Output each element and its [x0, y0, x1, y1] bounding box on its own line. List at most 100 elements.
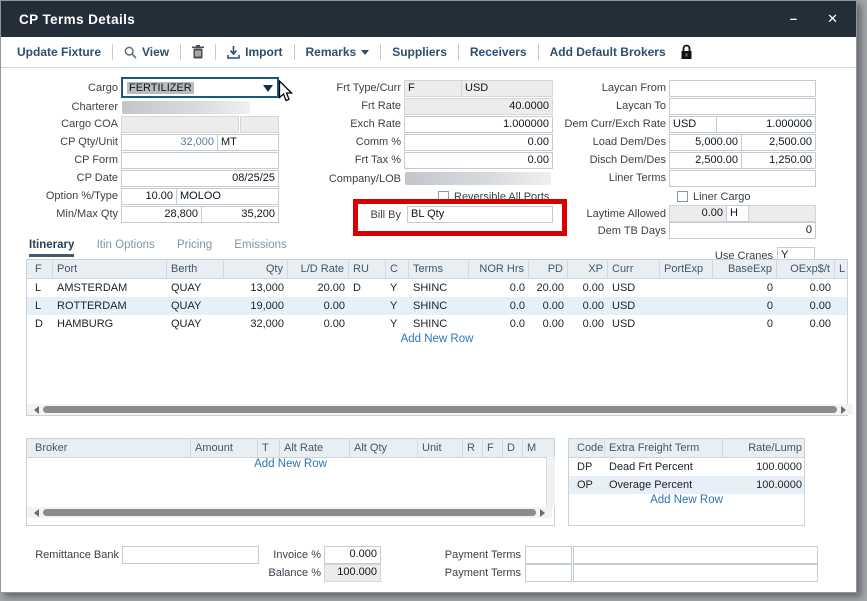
table-cell[interactable]: L — [31, 279, 53, 297]
table-row[interactable]: DHAMBURGQUAY32,0000.00YSHINC0.00.000.00U… — [27, 315, 847, 333]
table-cell[interactable]: SHINC — [409, 297, 469, 315]
charterer-field[interactable] — [122, 101, 250, 114]
table-row[interactable]: OPOverage Percent100.0000 — [569, 476, 804, 494]
table-cell[interactable]: DP — [573, 458, 605, 476]
table-cell[interactable]: 0.0 — [469, 297, 529, 315]
table-cell[interactable]: HAMBURG — [53, 315, 167, 333]
column-header-portexp[interactable]: PortExp — [660, 260, 713, 278]
column-header-pd[interactable]: PD — [529, 260, 568, 278]
table-cell[interactable]: 0.0 — [469, 315, 529, 333]
payment-terms-code-field-2[interactable] — [525, 564, 572, 582]
table-cell[interactable]: 13,000 — [224, 279, 288, 297]
table-cell[interactable]: 0 — [713, 297, 777, 315]
table-cell[interactable]: 20.00 — [529, 279, 568, 297]
column-header-t[interactable]: T — [258, 439, 280, 457]
table-cell[interactable] — [349, 315, 386, 333]
table-row[interactable]: DPDead Frt Percent100.0000 — [569, 458, 804, 476]
delete-button[interactable] — [192, 45, 204, 59]
table-cell[interactable]: ROTTERDAM — [53, 297, 167, 315]
table-cell[interactable] — [660, 279, 713, 297]
table-cell[interactable]: L — [31, 297, 53, 315]
table-cell[interactable]: USD — [608, 297, 660, 315]
cp-unit-field[interactable]: MT — [217, 134, 279, 151]
table-cell[interactable]: OP — [573, 476, 605, 494]
column-header-rate-lump[interactable]: Rate/Lump — [723, 439, 805, 457]
option-pct-field[interactable]: 10.00 — [121, 188, 177, 205]
scroll-left-icon[interactable] — [30, 406, 39, 414]
cargo-dropdown[interactable]: FERTILIZER — [121, 77, 279, 98]
table-cell[interactable]: QUAY — [167, 297, 224, 315]
tab-pricing[interactable]: Pricing — [177, 239, 212, 254]
broker-h-scrollbar[interactable] — [27, 507, 552, 518]
table-cell[interactable] — [835, 279, 847, 297]
column-header-unit[interactable]: Unit — [418, 439, 463, 457]
table-cell[interactable]: D — [349, 279, 386, 297]
table-cell[interactable]: 0.00 — [288, 315, 349, 333]
table-row[interactable]: LAMSTERDAMQUAY13,00020.00DYSHINC0.020.00… — [27, 279, 847, 297]
table-cell[interactable]: 100.0000 — [723, 476, 805, 494]
remarks-button[interactable]: Remarks — [306, 45, 370, 59]
column-header-oexp-t[interactable]: OExp$/t — [777, 260, 835, 278]
table-cell[interactable]: Y — [386, 297, 409, 315]
extra-freight-add-new-row-link[interactable]: Add New Row — [568, 494, 805, 506]
cargo-coa-field-2[interactable] — [240, 116, 279, 133]
table-cell[interactable]: Overage Percent — [605, 476, 723, 494]
tab-itinerary[interactable]: Itinerary — [29, 239, 74, 257]
table-cell[interactable]: USD — [608, 315, 660, 333]
table-cell[interactable]: 0.00 — [777, 279, 835, 297]
table-cell[interactable]: 0 — [713, 279, 777, 297]
table-cell[interactable]: 0.00 — [777, 315, 835, 333]
disch-dem-field[interactable]: 2,500.00 — [669, 152, 742, 169]
minimize-icon[interactable]: – — [790, 1, 797, 37]
table-cell[interactable]: Y — [386, 315, 409, 333]
table-cell[interactable] — [835, 297, 847, 315]
dem-tb-days-field[interactable]: 0 — [669, 222, 816, 239]
table-cell[interactable]: 0.00 — [568, 315, 608, 333]
table-cell[interactable]: 0.0 — [469, 279, 529, 297]
scroll-left-icon[interactable] — [30, 509, 39, 517]
table-cell[interactable] — [349, 297, 386, 315]
frt-rate-field[interactable]: 40.0000 — [404, 98, 553, 115]
scrollbar-thumb[interactable] — [43, 406, 837, 413]
table-cell[interactable]: SHINC — [409, 315, 469, 333]
column-header-broker[interactable]: Broker — [31, 439, 191, 457]
table-cell[interactable] — [835, 315, 847, 333]
exch-rate-field[interactable]: 1.000000 — [404, 116, 553, 133]
column-header-baseexp[interactable]: BaseExp — [713, 260, 777, 278]
table-cell[interactable]: 0.00 — [529, 315, 568, 333]
column-header-f[interactable]: F — [31, 260, 53, 278]
add-default-brokers-button[interactable]: Add Default Brokers — [550, 45, 666, 59]
frt-tax-pct-field[interactable]: 0.00 — [404, 152, 553, 169]
column-header-port[interactable]: Port — [53, 260, 167, 278]
table-cell[interactable]: SHINC — [409, 279, 469, 297]
table-cell[interactable]: Y — [386, 279, 409, 297]
table-cell[interactable] — [660, 297, 713, 315]
comm-pct-field[interactable]: 0.00 — [404, 134, 553, 151]
company-lob-field[interactable] — [405, 172, 551, 185]
balance-pct-field[interactable]: 100.000 — [324, 564, 381, 582]
cp-qty-field[interactable]: 32,000 — [121, 134, 218, 151]
table-cell[interactable]: 100.0000 — [723, 458, 805, 476]
table-row[interactable]: LROTTERDAMQUAY19,0000.00YSHINC0.00.000.0… — [27, 297, 847, 315]
frt-curr-field[interactable]: USD — [461, 80, 553, 97]
receivers-button[interactable]: Receivers — [470, 45, 527, 59]
table-cell[interactable]: USD — [608, 279, 660, 297]
table-cell[interactable]: QUAY — [167, 315, 224, 333]
column-header-curr[interactable]: Curr — [608, 260, 660, 278]
column-header-nor-hrs[interactable]: NOR Hrs — [469, 260, 529, 278]
laytime-unit-field[interactable]: H — [726, 205, 749, 222]
update-fixture-button[interactable]: Update Fixture — [17, 45, 101, 59]
table-cell[interactable]: 32,000 — [224, 315, 288, 333]
column-header-d[interactable]: D — [503, 439, 523, 457]
table-cell[interactable]: 19,000 — [224, 297, 288, 315]
broker-add-new-row-link[interactable]: Add New Row — [26, 458, 555, 470]
max-qty-field[interactable]: 35,200 — [201, 206, 279, 223]
column-header-alt-rate[interactable]: Alt Rate — [280, 439, 350, 457]
table-cell[interactable] — [660, 315, 713, 333]
scroll-right-icon[interactable] — [540, 509, 549, 517]
option-type-field[interactable]: MOLOO — [176, 188, 279, 205]
payment-terms-field-2[interactable] — [573, 564, 818, 582]
table-cell[interactable]: 0.00 — [568, 279, 608, 297]
table-cell[interactable]: 0.00 — [288, 297, 349, 315]
laycan-from-field[interactable] — [669, 80, 816, 97]
